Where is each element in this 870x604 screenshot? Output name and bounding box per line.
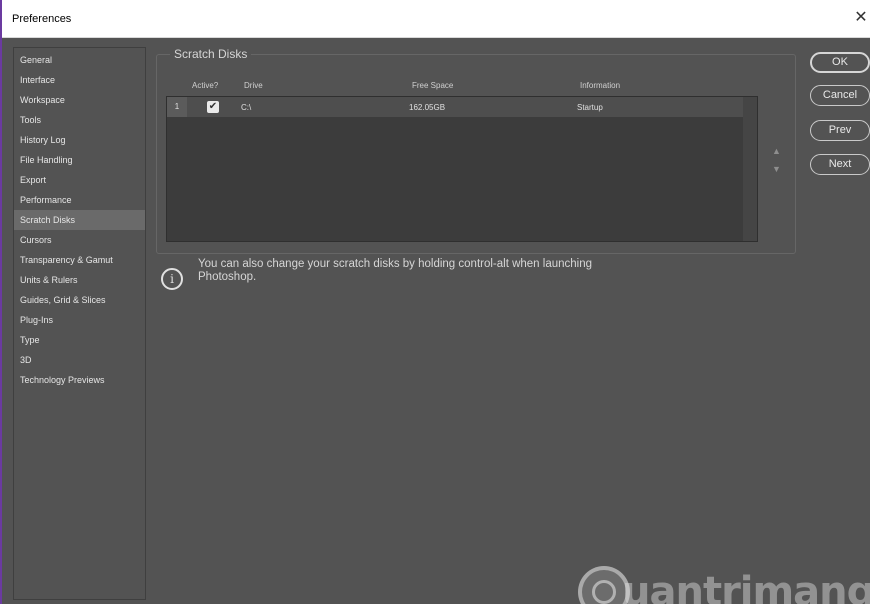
sidebar-item-type[interactable]: Type: [14, 330, 145, 350]
sidebar-item-transparency-gamut[interactable]: Transparency & Gamut: [14, 250, 145, 270]
column-header-information: Information: [580, 81, 621, 90]
sidebar-item-units-rulers[interactable]: Units & Rulers: [14, 270, 145, 290]
info-message: You can also change your scratch disks b…: [198, 258, 593, 283]
sidebar-item-tools[interactable]: Tools: [14, 110, 145, 130]
sidebar-item-history-log[interactable]: History Log: [14, 130, 145, 150]
next-button[interactable]: Next: [810, 154, 870, 175]
information-cell: Startup: [577, 103, 603, 112]
row-number: 1: [167, 97, 187, 117]
active-checkbox[interactable]: ✔: [207, 101, 219, 113]
close-icon[interactable]: ✕: [850, 7, 870, 29]
sidebar-item-3d[interactable]: 3D: [14, 350, 145, 370]
sidebar-item-interface[interactable]: Interface: [14, 70, 145, 90]
scratch-disks-table: 1 ✔ C:\ 162.05GB Startup: [166, 96, 758, 242]
drive-cell: C:\: [241, 103, 252, 112]
column-header-free-space: Free Space: [412, 81, 454, 90]
sidebar-item-general[interactable]: General: [14, 50, 145, 70]
lightbulb-icon: [592, 580, 616, 604]
move-down-icon[interactable]: ▼: [772, 164, 781, 174]
sidebar-item-performance[interactable]: Performance: [14, 190, 145, 210]
sidebar-item-guides-grid-slices[interactable]: Guides, Grid & Slices: [14, 290, 145, 310]
preferences-sidebar: General Interface Workspace Tools Histor…: [13, 47, 146, 600]
sidebar-item-plug-ins[interactable]: Plug-Ins: [14, 310, 145, 330]
column-header-active: Active?: [192, 81, 219, 90]
window-title: Preferences: [12, 13, 72, 25]
sidebar-item-workspace[interactable]: Workspace: [14, 90, 145, 110]
watermark-text: uantrimang: [622, 569, 870, 604]
title-bar: Preferences ✕: [2, 0, 870, 38]
ok-button[interactable]: OK: [810, 52, 870, 73]
sidebar-item-cursors[interactable]: Cursors: [14, 230, 145, 250]
prev-button[interactable]: Prev: [810, 120, 870, 141]
sidebar-item-scratch-disks[interactable]: Scratch Disks: [14, 210, 145, 230]
table-row[interactable]: 1 ✔ C:\ 162.05GB Startup: [167, 97, 743, 117]
table-scrollbar[interactable]: [743, 97, 757, 241]
table-header: Active? Drive Free Space Information: [156, 76, 796, 94]
sidebar-item-export[interactable]: Export: [14, 170, 145, 190]
preferences-window: Preferences ✕ General Interface Workspac…: [0, 0, 870, 604]
cancel-button[interactable]: Cancel: [810, 85, 870, 106]
move-up-icon[interactable]: ▲: [772, 146, 781, 156]
free-space-cell: 162.05GB: [409, 103, 446, 112]
sidebar-item-file-handling[interactable]: File Handling: [14, 150, 145, 170]
info-icon: i: [161, 268, 183, 290]
watermark-logo: uantrimang: [578, 566, 870, 604]
sidebar-item-technology-previews[interactable]: Technology Previews: [14, 370, 145, 390]
group-title: Scratch Disks: [170, 47, 252, 61]
dialog-content: General Interface Workspace Tools Histor…: [4, 38, 870, 604]
column-header-drive: Drive: [244, 81, 263, 90]
